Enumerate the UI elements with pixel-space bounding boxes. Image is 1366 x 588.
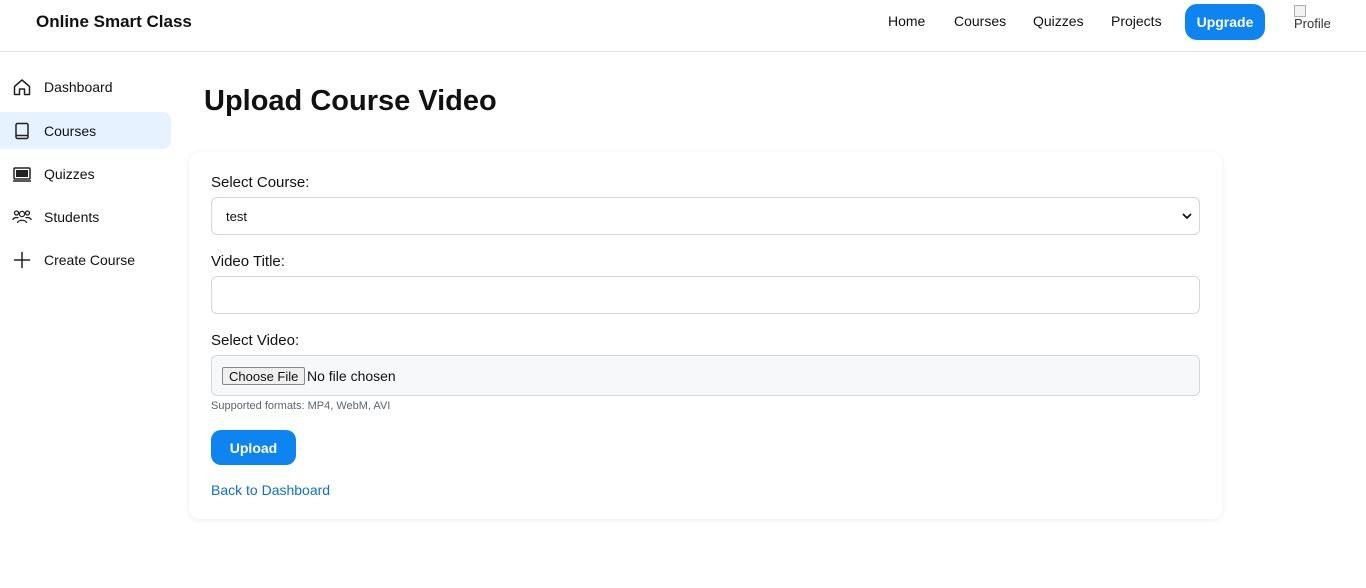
users-icon bbox=[12, 207, 32, 227]
sidebar-item-dashboard[interactable]: Dashboard bbox=[0, 68, 171, 105]
supported-formats-hint: Supported formats: MP4, WebM, AVI bbox=[211, 400, 391, 412]
brand-title: Online Smart Class bbox=[36, 12, 192, 31]
nav-link-projects[interactable]: Projects bbox=[1111, 13, 1162, 29]
sidebar-label-dashboard: Dashboard bbox=[44, 78, 113, 95]
video-title-input[interactable] bbox=[211, 276, 1200, 314]
sidebar-item-courses[interactable]: Courses bbox=[0, 112, 171, 149]
upgrade-button[interactable]: Upgrade bbox=[1185, 4, 1265, 40]
back-to-dashboard-link[interactable]: Back to Dashboard bbox=[211, 482, 330, 498]
course-select[interactable]: test bbox=[211, 197, 1200, 235]
nav-link-courses[interactable]: Courses bbox=[954, 13, 1006, 29]
sidebar-label-courses: Courses bbox=[44, 122, 97, 139]
sidebar-item-quizzes[interactable]: Quizzes bbox=[0, 155, 171, 192]
choose-file-button[interactable]: Choose File bbox=[222, 367, 306, 385]
upload-button[interactable]: Upload bbox=[211, 430, 296, 465]
nav-link-quizzes[interactable]: Quizzes bbox=[1033, 13, 1084, 29]
nav-link-home[interactable]: Home bbox=[888, 13, 925, 29]
video-file-input[interactable]: Choose File No file chosen bbox=[211, 355, 1200, 396]
top-navbar: Online Smart Class Home Courses Quizzes … bbox=[0, 0, 1366, 52]
page-title: Upload Course Video bbox=[204, 85, 497, 117]
sidebar-label-students: Students bbox=[44, 208, 100, 225]
quiz-board-icon bbox=[12, 164, 32, 184]
plus-icon bbox=[12, 250, 32, 270]
book-icon bbox=[12, 121, 32, 141]
chevron-down-icon bbox=[1181, 210, 1193, 222]
sidebar-label-quizzes: Quizzes bbox=[44, 165, 95, 182]
video-title-label: Video Title: bbox=[211, 253, 285, 270]
sidebar-label-create-course: Create Course bbox=[44, 251, 136, 268]
file-status-text: No file chosen bbox=[307, 368, 396, 384]
sidebar-item-create-course[interactable]: Create Course bbox=[0, 241, 171, 278]
course-select-label: Select Course: bbox=[211, 174, 310, 191]
course-select-value: test bbox=[226, 208, 247, 224]
video-file-label: Select Video: bbox=[211, 332, 300, 349]
profile-alt-text: Profile bbox=[1294, 16, 1330, 31]
profile-avatar[interactable]: Profile bbox=[1294, 5, 1330, 33]
home-icon bbox=[12, 77, 32, 97]
sidebar-item-students[interactable]: Students bbox=[0, 198, 171, 235]
